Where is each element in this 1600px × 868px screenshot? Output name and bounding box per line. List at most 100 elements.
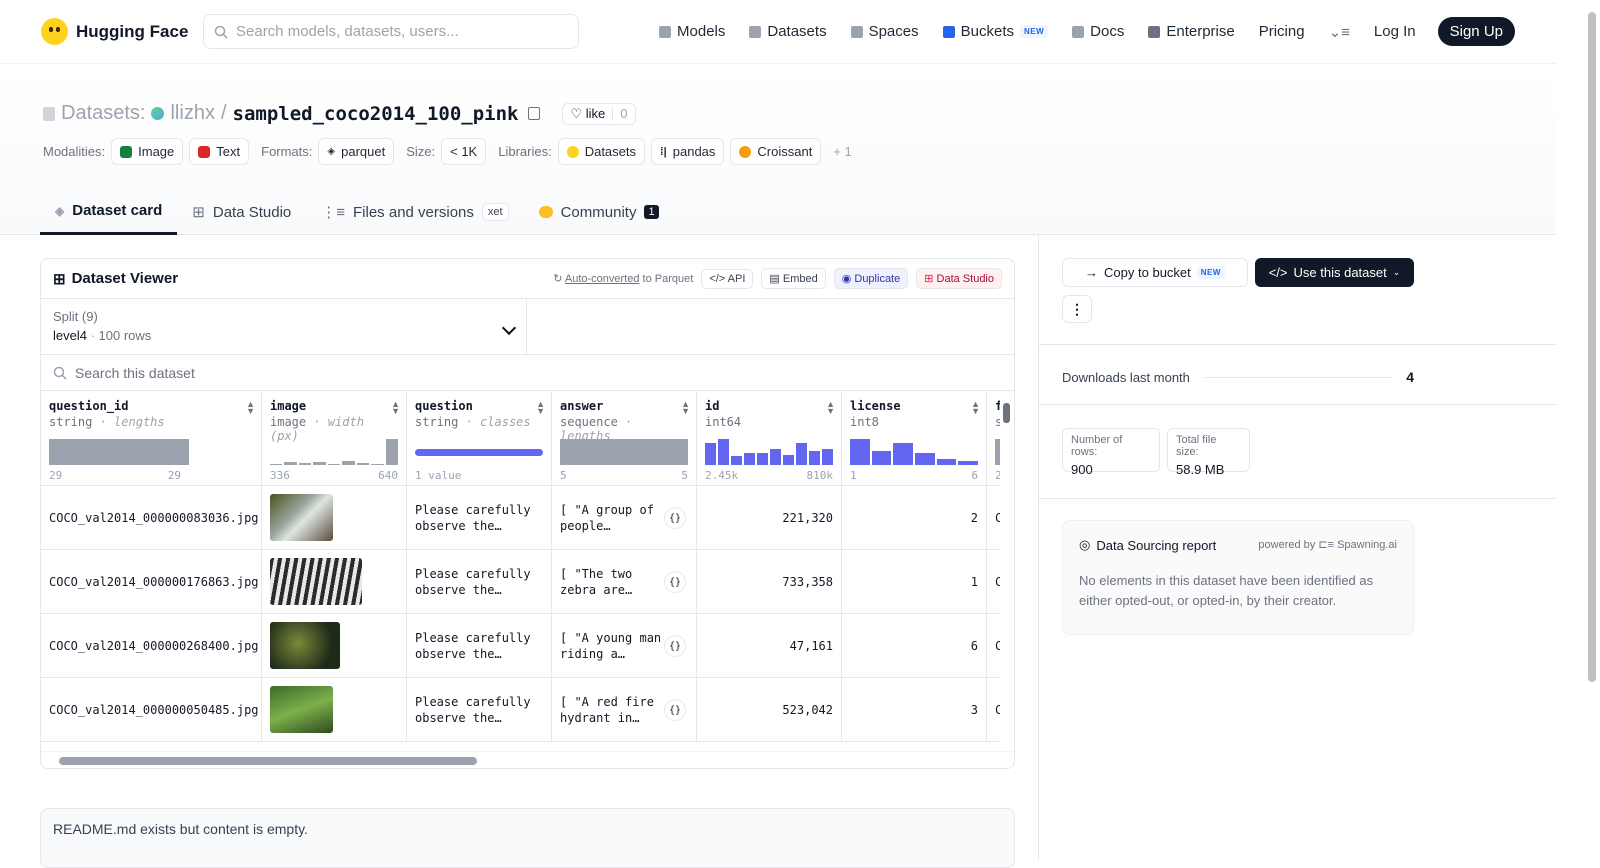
histogram-bar[interactable] (385, 439, 398, 465)
tag-datasets-lib[interactable]: Datasets (557, 138, 646, 165)
cell-id[interactable]: 523,042 (697, 678, 842, 741)
histogram-bar[interactable] (313, 461, 326, 465)
cell-image[interactable] (262, 614, 407, 677)
nav-datasets[interactable]: Datasets (737, 23, 838, 40)
histogram-bar[interactable] (371, 463, 384, 465)
histogram-bar[interactable] (850, 439, 870, 465)
cell-answer[interactable]: [ "The two zebra are…{} (552, 550, 697, 613)
column-header-image[interactable]: image image · width (px) ▲ ▼ 336 640 (262, 391, 407, 485)
histogram-bar[interactable] (783, 454, 794, 465)
cell-question-id[interactable]: COCO_val2014_000000268400.jpg (41, 614, 262, 677)
histogram-bar[interactable] (560, 439, 688, 465)
sort-icon[interactable]: ▲ ▼ (971, 400, 980, 416)
libraries-more[interactable]: + 1 (833, 144, 851, 159)
cell-question[interactable]: Please carefully observe the image… (407, 486, 552, 549)
cell-question[interactable]: Please carefully observe the image… (407, 614, 552, 677)
nav-pricing[interactable]: Pricing (1247, 23, 1317, 40)
column-header-id[interactable]: id int64 ▲ ▼ 2.45k 810k (697, 391, 842, 485)
tag-size[interactable]: < 1K (441, 138, 487, 165)
histogram-bar[interactable] (809, 450, 820, 465)
login-link[interactable]: Log In (1362, 23, 1428, 40)
table-row[interactable]: COCO_val2014_000000083036.jpg Please care… (41, 486, 1014, 550)
split-selector[interactable]: Split (9) level4 · 100 rows (41, 299, 527, 354)
cell-license[interactable]: 2 (842, 486, 987, 549)
histogram-bar[interactable] (284, 462, 297, 465)
tag-text[interactable]: Text (189, 138, 250, 165)
nav-more-menu[interactable]: ⌄≡ (1317, 23, 1362, 41)
histogram-bar[interactable] (822, 449, 833, 465)
column-header-question-id[interactable]: question_id string · lengths ▲ ▼ 29 29 (41, 391, 262, 485)
cell-answer[interactable]: [ "A group of people…{} (552, 486, 697, 549)
global-search-input[interactable]: Search models, datasets, users... (203, 14, 579, 49)
table-horizontal-scrollbar[interactable] (41, 751, 1014, 768)
dataset-search-input[interactable]: Search this dataset (41, 355, 1014, 391)
json-expand-icon[interactable]: {} (664, 635, 686, 657)
column-header-license[interactable]: license int8 ▲ ▼ 1 6 (842, 391, 987, 485)
copy-icon[interactable] (528, 107, 541, 120)
auto-converted-link[interactable]: Auto-converted (565, 273, 640, 285)
powered-by-name[interactable]: Spawning.ai (1337, 539, 1397, 551)
histogram-bar[interactable] (757, 453, 768, 465)
histogram-bar[interactable] (796, 442, 807, 465)
api-button[interactable]: </> API (701, 268, 754, 289)
table-vertical-scrollbar[interactable] (1000, 391, 1014, 751)
tab-data-studio[interactable]: ⊞ Data Studio (177, 189, 306, 235)
sort-icon[interactable]: ▲ ▼ (536, 400, 545, 416)
tab-files-versions[interactable]: ⋮≡ Files and versions xet (306, 189, 523, 235)
histogram-bar[interactable] (356, 463, 370, 465)
tab-community[interactable]: Community 1 (524, 189, 674, 235)
cell-answer[interactable]: [ "A red fire hydrant in…{} (552, 678, 697, 741)
histogram-bar[interactable] (958, 461, 979, 465)
cell-license[interactable]: 3 (842, 678, 987, 741)
copy-to-bucket-button[interactable]: → Copy to bucket NEW (1062, 258, 1248, 287)
histogram-bar[interactable] (415, 448, 543, 456)
tag-parquet[interactable]: ◈ parquet (318, 138, 395, 165)
histogram-bar[interactable] (49, 439, 189, 465)
cell-question[interactable]: Please carefully observe the image… (407, 550, 552, 613)
cell-image[interactable] (262, 550, 407, 613)
sort-icon[interactable]: ▲ ▼ (826, 400, 835, 416)
owner-link[interactable]: llizhx (170, 102, 214, 125)
nav-buckets[interactable]: Buckets NEW (931, 23, 1061, 40)
like-button[interactable]: ♡ like 0 (562, 102, 636, 125)
nav-models[interactable]: Models (647, 23, 737, 40)
table-vscroll-thumb[interactable] (1003, 403, 1010, 423)
data-studio-button[interactable]: ⊞ Data Studio (916, 268, 1002, 289)
image-thumbnail[interactable] (270, 686, 333, 733)
embed-button[interactable]: ▤ Embed (761, 268, 826, 289)
histogram-bar[interactable] (915, 453, 935, 465)
page-vscroll-thumb[interactable] (1588, 12, 1596, 682)
column-header-question[interactable]: question string · classes ▲ ▼ 1 value (407, 391, 552, 485)
image-thumbnail[interactable] (270, 622, 340, 669)
cell-id[interactable]: 221,320 (697, 486, 842, 549)
duplicate-button[interactable]: ◉ Duplicate (833, 268, 909, 289)
histogram-bar[interactable] (705, 442, 716, 465)
cell-id[interactable]: 47,161 (697, 614, 842, 677)
table-row[interactable]: COCO_val2014_000000050485.jpg Please care… (41, 678, 1014, 742)
page-vertical-scrollbar[interactable] (1584, 0, 1600, 861)
histogram-bar[interactable] (342, 461, 355, 465)
tag-pandas[interactable]: ⁞| pandas (651, 138, 725, 165)
table-hscroll-thumb[interactable] (59, 757, 477, 765)
tag-image[interactable]: Image (111, 138, 184, 165)
tab-dataset-card[interactable]: ◈ Dataset card (40, 189, 178, 235)
image-thumbnail[interactable] (270, 558, 362, 605)
histogram-bar[interactable] (744, 453, 755, 465)
histogram-bar[interactable] (936, 458, 957, 465)
cell-question-id[interactable]: COCO_val2014_000000050485.jpg (41, 678, 262, 741)
cell-answer[interactable]: [ "A young man riding a…{} (552, 614, 697, 677)
nav-enterprise[interactable]: Enterprise (1136, 23, 1246, 40)
sort-icon[interactable]: ▲ ▼ (391, 400, 400, 416)
histogram-bar[interactable] (731, 455, 742, 465)
cell-question-id[interactable]: COCO_val2014_000000083036.jpg (41, 486, 262, 549)
histogram-bar[interactable] (270, 463, 283, 465)
dataset-name[interactable]: sampled_coco2014_100_pink (233, 103, 519, 125)
cell-image[interactable] (262, 486, 407, 549)
sort-icon[interactable]: ▲ ▼ (246, 400, 255, 416)
json-expand-icon[interactable]: {} (664, 507, 686, 529)
histogram-bar[interactable] (893, 442, 914, 465)
json-expand-icon[interactable]: {} (664, 571, 686, 593)
table-row[interactable]: COCO_val2014_000000176863.jpg Please care… (41, 550, 1014, 614)
signup-button[interactable]: Sign Up (1437, 17, 1515, 46)
sort-icon[interactable]: ▲ ▼ (681, 400, 690, 416)
